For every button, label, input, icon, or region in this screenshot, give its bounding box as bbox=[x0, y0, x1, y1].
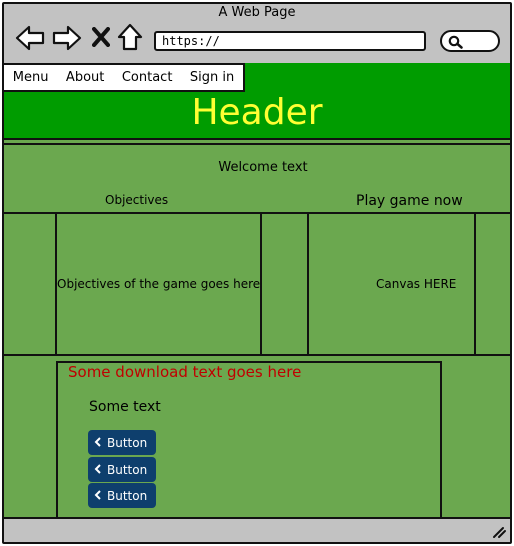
status-bar bbox=[4, 517, 510, 542]
button-label: Button bbox=[107, 462, 148, 477]
chevron-left-icon bbox=[94, 463, 102, 477]
nav-bar: Menu About Contact Sign in bbox=[2, 63, 245, 92]
section-divider-middle bbox=[4, 212, 510, 214]
section-divider-bottom bbox=[4, 354, 510, 356]
window-title: A Web Page bbox=[218, 5, 296, 20]
objectives-heading: Objectives bbox=[105, 193, 169, 207]
download-title: Some download text goes here bbox=[68, 363, 302, 381]
chevron-left-icon bbox=[94, 489, 102, 503]
download-subtitle: Some text bbox=[89, 399, 161, 415]
play-game-heading[interactable]: Play game now bbox=[356, 193, 463, 209]
url-input[interactable]: https:// bbox=[154, 31, 426, 51]
download-button-1[interactable]: Button bbox=[88, 430, 156, 455]
button-label: Button bbox=[107, 488, 148, 503]
column-divider bbox=[474, 212, 476, 356]
game-canvas[interactable]: Canvas HERE bbox=[376, 277, 456, 291]
header-title: Header bbox=[191, 92, 323, 133]
chevron-left-icon bbox=[94, 436, 102, 450]
column-divider bbox=[307, 212, 309, 356]
nav-item-sign-in[interactable]: Sign in bbox=[188, 70, 236, 85]
home-icon[interactable] bbox=[117, 23, 143, 51]
search-icon bbox=[448, 35, 464, 49]
objectives-text: Objectives of the game goes here bbox=[57, 277, 261, 291]
nav-item-about[interactable]: About bbox=[64, 70, 106, 85]
column-divider bbox=[260, 212, 262, 356]
welcome-text: Welcome text bbox=[218, 160, 308, 175]
section-divider-top bbox=[4, 143, 510, 145]
browser-search-input[interactable] bbox=[440, 30, 500, 52]
download-button-2[interactable]: Button bbox=[88, 457, 156, 482]
button-label: Button bbox=[107, 435, 148, 450]
nav-item-menu[interactable]: Menu bbox=[11, 70, 51, 85]
back-arrow-icon[interactable] bbox=[15, 25, 45, 51]
nav-item-contact[interactable]: Contact bbox=[120, 70, 175, 85]
resize-grip-icon[interactable] bbox=[491, 525, 507, 539]
forward-arrow-icon[interactable] bbox=[52, 25, 82, 51]
download-button-3[interactable]: Button bbox=[88, 483, 156, 508]
close-x-icon[interactable] bbox=[92, 27, 110, 47]
